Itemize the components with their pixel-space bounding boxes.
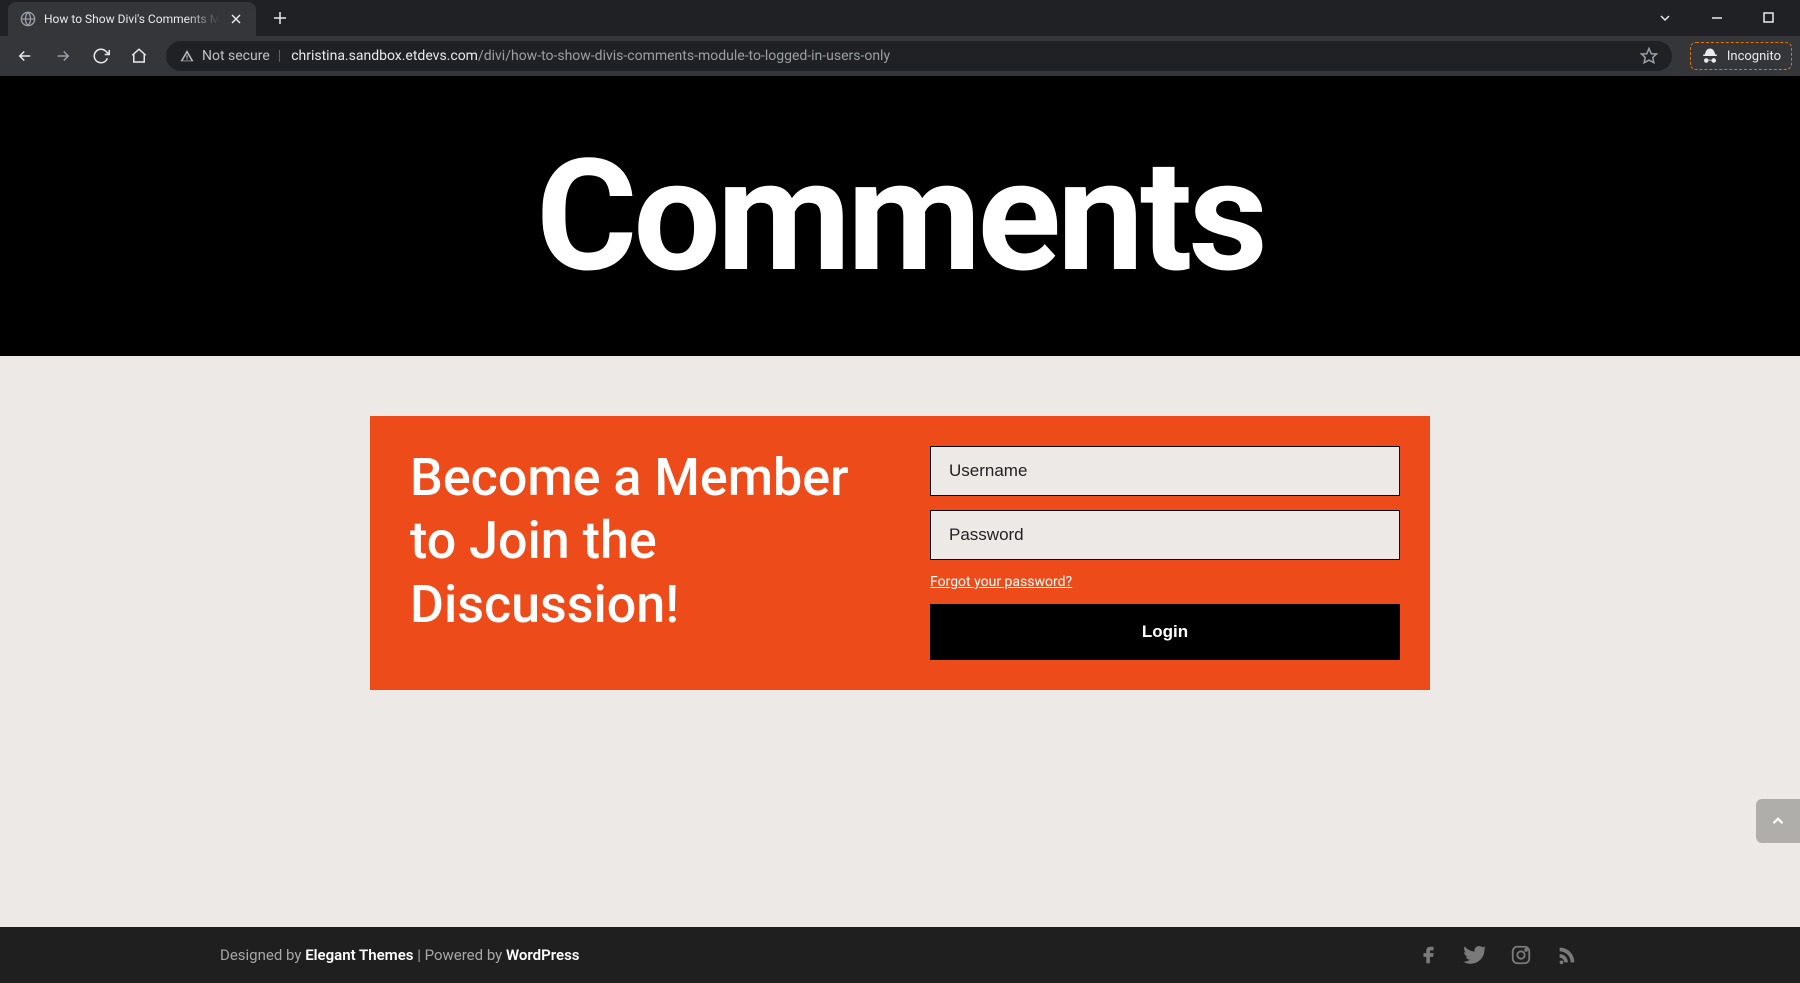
url-text: christina.sandbox.etdevs.com/divi/how-to…	[291, 48, 1630, 64]
reload-button[interactable]	[84, 41, 118, 71]
security-label: Not secure	[202, 48, 270, 64]
chevron-down-icon[interactable]	[1648, 4, 1682, 32]
chevron-up-icon	[1769, 812, 1787, 830]
incognito-label: Incognito	[1727, 49, 1781, 64]
rss-icon[interactable]	[1554, 942, 1580, 968]
instagram-icon[interactable]	[1508, 942, 1534, 968]
incognito-icon	[1701, 47, 1719, 65]
home-button[interactable]	[122, 41, 156, 71]
footer-credit: Designed by Elegant Themes | Powered by …	[220, 946, 580, 964]
twitter-icon[interactable]	[1462, 942, 1488, 968]
login-card: Become a Member to Join the Discussion! …	[370, 416, 1430, 690]
password-input[interactable]	[930, 510, 1400, 560]
username-input[interactable]	[930, 446, 1400, 496]
forgot-password-link[interactable]: Forgot your password?	[930, 574, 1072, 590]
browser-tab[interactable]: How to Show Divi's Comments M	[8, 2, 256, 36]
globe-icon	[20, 11, 36, 27]
tab-title: How to Show Divi's Comments M	[44, 12, 220, 26]
warning-icon	[180, 49, 194, 63]
back-button[interactable]	[8, 41, 42, 71]
new-tab-button[interactable]	[266, 4, 294, 32]
address-bar[interactable]: Not secure | christina.sandbox.etdevs.co…	[166, 41, 1672, 71]
page-title: Comments	[536, 125, 1264, 307]
wordpress-link[interactable]: WordPress	[506, 946, 580, 964]
login-button[interactable]: Login	[930, 604, 1400, 660]
hero-section: Comments	[0, 76, 1800, 356]
forward-button[interactable]	[46, 41, 80, 71]
scroll-to-top-button[interactable]	[1756, 799, 1800, 843]
security-status[interactable]: Not secure |	[180, 48, 281, 64]
footer-social	[1416, 942, 1580, 968]
tab-bar: How to Show Divi's Comments M	[0, 0, 1800, 36]
card-heading: Become a Member to Join the Discussion!	[410, 446, 870, 636]
window-maximize-button[interactable]	[1752, 4, 1786, 32]
incognito-indicator[interactable]: Incognito	[1690, 42, 1792, 70]
bookmark-star-icon[interactable]	[1640, 47, 1658, 65]
close-icon[interactable]	[228, 11, 244, 27]
site-footer: Designed by Elegant Themes | Powered by …	[0, 927, 1800, 983]
browser-toolbar: Not secure | christina.sandbox.etdevs.co…	[0, 36, 1800, 76]
facebook-icon[interactable]	[1416, 942, 1442, 968]
elegant-themes-link[interactable]: Elegant Themes	[305, 946, 413, 964]
window-minimize-button[interactable]	[1700, 4, 1734, 32]
